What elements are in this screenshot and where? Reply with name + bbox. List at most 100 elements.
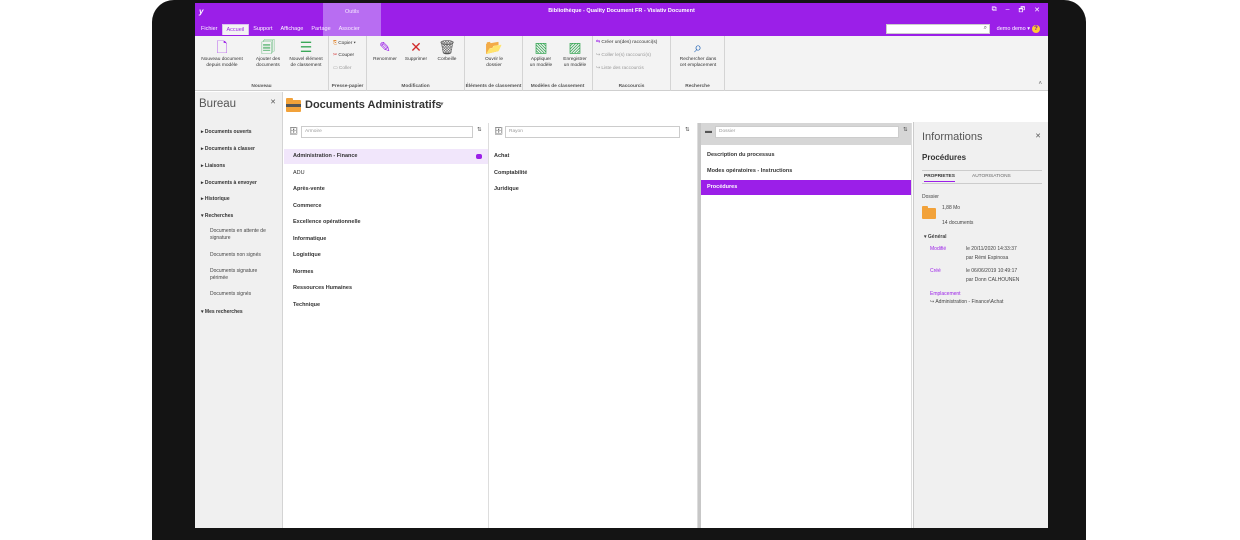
paste-shortcut-icon: ↪ (596, 53, 601, 58)
rename-button[interactable]: ✎ Renommer (370, 39, 400, 63)
modified-label: Modifié (930, 246, 947, 252)
info-count: 14 documents (942, 220, 974, 226)
shortcut-list-button[interactable]: ↪ Liste des raccourcis (596, 66, 644, 71)
window-controls: ⧉ – 🗗 ✕ (992, 6, 1040, 17)
list-item[interactable]: Technique (284, 298, 488, 313)
new-document-button[interactable]: 🗋 Nouveau document depuis modèle (197, 39, 247, 69)
group-nouveau: 🗋 Nouveau document depuis modèle 🗐 Ajout… (195, 36, 329, 91)
list-item[interactable]: Ressources Humaines (284, 281, 488, 296)
group-label: Nouveau (251, 84, 272, 89)
bureau-item-documents-ouverts[interactable]: ▸ Documents ouverts (201, 129, 252, 135)
modified-date: le 20/11/2020 14:33:37 (966, 246, 1017, 252)
apply-template-button[interactable]: ▧ Appliquer un modèle (525, 39, 557, 69)
close-icon[interactable]: ✕ (270, 98, 276, 106)
new-element-icon: ☰ (299, 39, 313, 55)
list-item[interactable]: Après-vente (284, 182, 488, 197)
sort-icon[interactable]: ⇅ (685, 127, 690, 133)
trash-button[interactable]: 🗑 Corbeille (432, 39, 462, 63)
paste-button[interactable]: ▭ Coller (333, 66, 351, 71)
list-item[interactable]: Description du processus (701, 148, 911, 163)
list-item[interactable]: Comptabilité (490, 166, 697, 181)
app-window: Outils y Bibliothèque - Quality Document… (195, 3, 1048, 528)
search-item[interactable]: Documents signés (210, 291, 276, 298)
list-item[interactable]: Informatique (284, 232, 488, 247)
tab-support[interactable]: Support (249, 24, 276, 35)
restore-icon[interactable]: ⧉ (992, 6, 997, 17)
bureau-item-historique[interactable]: ▸ Historique (201, 196, 230, 202)
ribbon: 🗋 Nouveau document depuis modèle 🗐 Ajout… (195, 36, 1048, 91)
bureau-item-liaisons[interactable]: ▸ Liaisons (201, 163, 225, 169)
search-icon[interactable]: ⌕ (984, 25, 987, 32)
list-item[interactable]: Juridique (490, 182, 697, 197)
help-icon[interactable]: ? (1032, 25, 1040, 33)
column-armoire: 🗄 Armoire ⇅ Administration - Finance ADU… (284, 123, 489, 528)
info-type: Dossier (922, 194, 939, 200)
tab-proprietes[interactable]: PROPRIETES (924, 174, 955, 182)
rename-icon: ✎ (379, 39, 391, 55)
folder-icon: ▬ (705, 128, 712, 135)
created-date: le 06/06/2019 10:49:17 (966, 268, 1018, 274)
bureau-item-documents-a-classer[interactable]: ▸ Documents à classer (201, 146, 255, 152)
list-item[interactable]: Excellence opérationnelle (284, 215, 488, 230)
tab-affichage[interactable]: Affichage (277, 24, 308, 35)
create-shortcut-button[interactable]: ⇆ Créer un(des) raccourci(s) (596, 40, 657, 45)
list-item[interactable]: Commerce (284, 199, 488, 214)
armoire-filter-input[interactable]: Armoire (301, 126, 473, 138)
bureau-item-documents-a-envoyer[interactable]: ▸ Documents à envoyer (201, 180, 257, 186)
list-item[interactable]: ADU (284, 166, 488, 181)
list-item[interactable]: Normes (284, 265, 488, 280)
list-item[interactable]: Modes opératoires - Instructions (701, 164, 911, 179)
close-button[interactable]: ✕ (1034, 6, 1040, 17)
search-icon: ⌕ (694, 39, 702, 55)
bureau-title: Bureau (199, 98, 237, 110)
sort-icon[interactable]: ⇅ (903, 127, 908, 133)
tag-icon (476, 154, 482, 159)
close-icon[interactable]: ✕ (1035, 132, 1041, 140)
search-location-button[interactable]: ⌕ Rechercher dans cet emplacement (673, 39, 723, 69)
list-item-selected[interactable]: Procédures (701, 180, 911, 195)
shortcut-icon: ⇆ (596, 40, 601, 45)
group-label: Presse-papier (331, 84, 364, 89)
apply-template-icon: ▧ (534, 39, 548, 55)
copy-button[interactable]: ⎘ Copier ▾ (333, 40, 356, 46)
group-label: Modification (401, 84, 430, 89)
list-item[interactable]: Administration - Finance (284, 149, 488, 164)
global-search-input[interactable]: ⌕ (886, 24, 990, 34)
section-general[interactable]: ▾ Général (924, 234, 947, 240)
save-template-button[interactable]: ▨ Enregistrer un modèle (559, 39, 591, 69)
copy-icon: ⎘ (333, 41, 337, 46)
list-item[interactable]: Logistique (284, 248, 488, 263)
search-item[interactable]: Documents non signés (210, 252, 276, 259)
new-element-button[interactable]: ☰ Nouvel élément de classement (285, 39, 327, 69)
dossier-filter-input[interactable]: Dossier (715, 126, 899, 138)
paste-shortcut-button[interactable]: ↪ Coller le(s) raccourci(s) (596, 53, 651, 58)
save-template-icon: ▨ (568, 39, 582, 55)
folder-icon (922, 206, 936, 219)
user-name[interactable]: demo demo ▾ (997, 26, 1030, 32)
tab-associer[interactable]: Associer (335, 24, 364, 35)
tab-fichier[interactable]: Fichier (197, 24, 222, 35)
delete-button[interactable]: ✕ Supprimer (401, 39, 431, 63)
user-menu[interactable]: demo demo ▾? (997, 25, 1040, 33)
chevron-down-icon[interactable]: ▾ (440, 100, 444, 108)
cut-button[interactable]: ✂ Couper (333, 53, 354, 58)
list-item[interactable]: Achat (490, 149, 697, 164)
add-documents-button[interactable]: 🗐 Ajouter des documents (251, 39, 285, 69)
open-folder-button[interactable]: 📂 Ouvrir le dossier (477, 39, 511, 69)
created-label: Créé (930, 268, 941, 274)
search-item[interactable]: Documents en attente de signature (210, 228, 276, 242)
bureau-item-recherches[interactable]: ▾ Recherches (201, 213, 233, 219)
add-documents-icon: 🗐 (261, 39, 275, 55)
location-value[interactable]: ↪ Administration - Finance\Achat (930, 299, 1003, 305)
search-item[interactable]: Documents signature périmée (210, 268, 276, 282)
minimize-button[interactable]: – (1006, 6, 1010, 17)
tab-autorisations[interactable]: AUTORISATIONS (972, 174, 1011, 179)
rayon-filter-input[interactable]: Rayon (505, 126, 680, 138)
collapse-ribbon-icon[interactable]: ˄ (1038, 81, 1042, 87)
created-by: par Donn CALHOUNEN (966, 277, 1020, 283)
sort-icon[interactable]: ⇅ (477, 127, 482, 133)
maximize-button[interactable]: 🗗 (1019, 6, 1026, 17)
tab-partage[interactable]: Partage (307, 24, 334, 35)
tab-accueil[interactable]: Accueil (221, 24, 250, 35)
bureau-item-mes-recherches[interactable]: ▾ Mes recherches (201, 309, 243, 315)
